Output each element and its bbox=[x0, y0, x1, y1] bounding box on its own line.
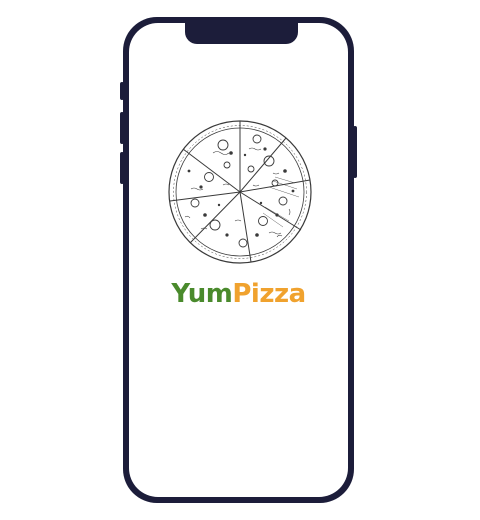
canvas: YumPizza bbox=[0, 0, 480, 520]
splash-screen[interactable]: YumPizza bbox=[129, 23, 348, 497]
brand-logo-part-yum: Yum bbox=[171, 279, 233, 309]
brand-logo: YumPizza bbox=[129, 279, 348, 309]
phone-frame: YumPizza bbox=[123, 17, 354, 503]
phone-notch bbox=[185, 23, 298, 44]
pizza-sketch-icon bbox=[168, 120, 312, 264]
brand-logo-part-pizza: Pizza bbox=[232, 279, 306, 309]
